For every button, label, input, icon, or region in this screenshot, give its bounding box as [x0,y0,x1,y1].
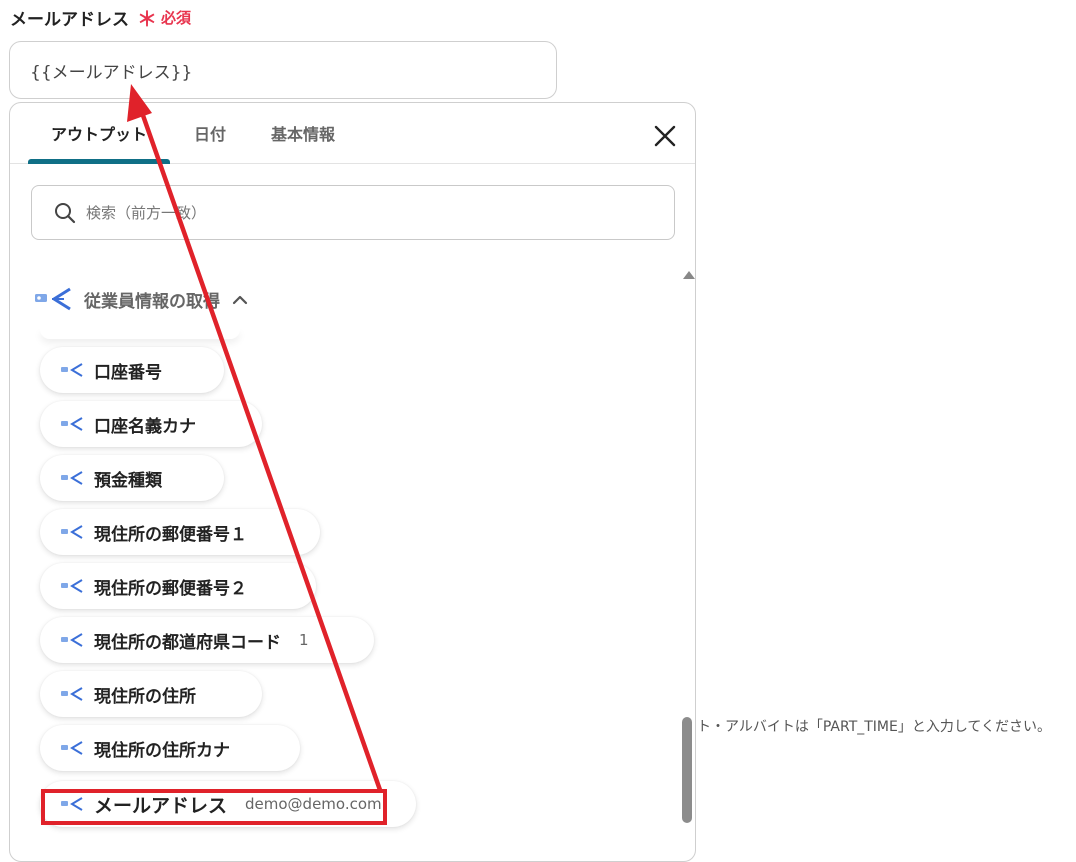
close-icon [654,125,676,147]
field-hint-text: ト・アルバイトは「PART_TIME」と入力してください。 [697,719,1052,735]
search-input[interactable]: 検索（前方一致） [31,185,675,240]
scrollbar[interactable] [680,263,695,861]
item-icon [61,579,83,593]
tab-basic-info-label: 基本情報 [270,125,335,144]
list-item-label: 現住所の都道府県コード [94,632,281,653]
output-item-list: 口座番号 口座名義カナ 預金種類 現住所の郵便番号１ 現住所の郵便番号２ 現住所… [10,329,680,861]
email-input[interactable]: {{メールアドレス}} [9,41,557,99]
list-item-label: 現住所の住所 [94,686,196,707]
item-icon [61,633,83,647]
required-badge: 必須 [161,8,192,27]
search-placeholder: 検索（前方一致） [86,204,207,222]
tab-output-label: アウトプット [50,125,147,144]
list-item-label: 現住所の郵便番号２ [94,578,247,599]
tab-date[interactable]: 日付 [184,103,236,163]
tab-output[interactable]: アウトプット [28,103,170,164]
list-item[interactable]: 口座名義カナ [40,401,262,447]
list-item-label: 現住所の郵便番号１ [94,524,247,545]
output-picker-panel: アウトプット 日付 基本情報 検索（前方一致） 従業員情報の取得 口座番号 口座… [9,102,696,862]
list-item-label: メールアドレス [94,794,228,817]
list-item-sample: demo@demo.com [245,795,382,813]
item-icon [61,471,83,485]
close-button[interactable] [652,123,678,149]
list-item-email[interactable]: メールアドレス demo@demo.com [40,781,416,827]
item-icon [61,417,83,431]
required-star: ＊ [137,6,157,31]
email-field-label: メールアドレス ＊ 必須 [10,4,192,31]
hr-app-icon [35,287,71,311]
list-item-label: 預金種類 [94,470,162,491]
list-item[interactable]: 現住所の住所カナ [40,725,300,771]
item-icon [61,525,83,539]
search-icon [55,202,76,223]
email-input-value: {{メールアドレス}} [30,62,193,83]
list-item[interactable]: 預金種類 [40,455,224,501]
item-icon [61,741,83,755]
list-item-sample: 1 [299,631,309,649]
list-item[interactable]: 口座番号 [40,347,224,393]
group-header-employee-info[interactable]: 従業員情報の取得 [32,281,248,317]
list-item[interactable]: 現住所の都道府県コード 1 [40,617,374,663]
list-item[interactable]: 現住所の郵便番号１ [40,509,320,555]
list-item[interactable]: 現住所の住所 [40,671,262,717]
tab-basic-info[interactable]: 基本情報 [260,103,346,163]
list-item-label: 現住所の住所カナ [94,740,230,761]
list-item[interactable]: 現住所の郵便番号２ [40,563,316,609]
item-icon [61,797,83,811]
chevron-up-icon [232,295,248,305]
item-icon [61,687,83,701]
list-item-label: 口座名義カナ [94,416,196,437]
field-label-text: メールアドレス [10,9,129,30]
group-title: 従業員情報の取得 [84,291,220,312]
scroll-thumb[interactable] [682,717,692,823]
list-item-label: 口座番号 [94,362,162,383]
tab-date-label: 日付 [193,125,226,144]
item-icon [61,363,83,377]
scroll-up-arrow-icon[interactable] [683,271,695,279]
tab-bar: アウトプット 日付 基本情報 [10,103,695,164]
